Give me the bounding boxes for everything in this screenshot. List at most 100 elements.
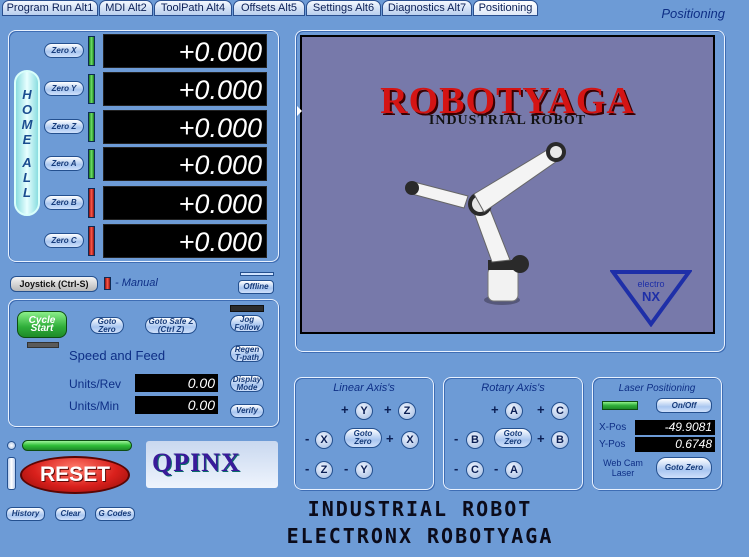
linear-goto-zero-button[interactable]: Goto Zero [344, 428, 382, 448]
linear-minus-sign: - [305, 461, 310, 476]
linear-jog-plus-x-button[interactable]: X [401, 431, 419, 449]
robot-arm-image [405, 142, 566, 305]
linear-jog-minus-y-button[interactable]: Y [355, 461, 373, 479]
reset-indicator-dot [7, 441, 16, 450]
footer-line-1: INDUSTRIAL ROBOT [307, 497, 533, 521]
zero-y-button[interactable]: Zero Y [44, 81, 84, 96]
y-axis-led [88, 74, 95, 104]
laser-ypos-label: Y-Pos [599, 439, 626, 450]
verify-button[interactable]: Verify [230, 404, 264, 418]
laser-goto-zero-button[interactable]: Goto Zero [656, 457, 712, 479]
rotary-axis-title: Rotary Axis's [481, 382, 545, 394]
laser-led [602, 401, 638, 410]
speed-feed-title: Speed and Feed [69, 348, 166, 363]
tab-diagnostics[interactable]: Diagnostics Alt7 [382, 0, 472, 16]
clear-button[interactable]: Clear [55, 507, 86, 521]
laser-on-off-button[interactable]: On/Off [656, 398, 712, 413]
badge-nx: NX [642, 289, 660, 304]
zero-a-button[interactable]: Zero A [44, 156, 84, 171]
a-axis-led [88, 149, 95, 179]
home-all-letter: E [22, 131, 32, 147]
goto-zero-button[interactable]: Goto Zero [90, 317, 124, 334]
zero-x-button[interactable]: Zero X [44, 43, 84, 58]
home-all-letter: L [23, 169, 31, 185]
regen-tpath-button[interactable]: Regen T-path [230, 345, 264, 362]
tab-offsets[interactable]: Offsets Alt5 [233, 0, 305, 16]
laser-title: Laser Positioning [618, 383, 696, 394]
joystick-button[interactable]: Joystick (Ctrl-S) [10, 276, 98, 292]
tab-bar: Program Run Alt1 MDI Alt2 ToolPath Alt4 … [0, 0, 749, 16]
z-dro: +0.000 [103, 110, 267, 144]
offline-led [240, 272, 274, 276]
goto-safe-z-button[interactable]: Goto Safe Z (Ctrl Z) [145, 317, 197, 334]
tab-positioning[interactable]: Positioning [473, 0, 538, 16]
laser-xpos-value: -49.9081 [635, 420, 715, 435]
toolpath-viewport: ROBOTYAGA INDUSTRIAL ROBOT electro NX [300, 35, 715, 334]
tab-program-run[interactable]: Program Run Alt1 [2, 0, 98, 16]
home-all-letter: O [21, 101, 33, 117]
zero-z-button[interactable]: Zero Z [44, 119, 84, 134]
linear-plus-sign: + [341, 402, 349, 417]
x-dro: +0.000 [103, 34, 267, 68]
reset-side-bar [7, 457, 16, 490]
jog-follow-button[interactable]: Jog Follow [230, 315, 264, 332]
z-axis-led [88, 112, 95, 142]
display-mode-button[interactable]: Display Mode [230, 375, 264, 392]
b-dro: +0.000 [103, 186, 267, 220]
electronx-badge: electro NX [610, 270, 692, 327]
g-codes-button[interactable]: G Codes [95, 507, 135, 521]
rotary-minus-sign: - [454, 461, 459, 476]
joystick-led [104, 277, 111, 290]
rotary-jog-minus-a-button[interactable]: A [505, 461, 523, 479]
zero-c-button[interactable]: Zero C [44, 233, 84, 248]
rotary-jog-plus-a-button[interactable]: A [505, 402, 523, 420]
offline-button[interactable]: Offline [238, 280, 274, 294]
rotary-jog-plus-b-button[interactable]: B [551, 431, 569, 449]
b-axis-led [88, 188, 95, 218]
tab-settings[interactable]: Settings Alt6 [306, 0, 381, 16]
history-button[interactable]: History [6, 507, 45, 521]
units-rev-label: Units/Rev [69, 377, 122, 391]
home-all-letter: M [21, 116, 33, 132]
units-rev-value: 0.00 [135, 374, 218, 392]
footer-line-2: ELECTRONX ROBOTYAGA [286, 524, 554, 548]
webcam-laser-label: Web Cam Laser [603, 458, 643, 478]
linear-axis-title: Linear Axis's [333, 382, 395, 394]
rotary-goto-zero-button[interactable]: Goto Zero [494, 428, 532, 448]
rotary-plus-sign: + [537, 402, 545, 417]
c-dro: +0.000 [103, 224, 267, 258]
x-axis-led [88, 36, 95, 66]
rotary-jog-minus-c-button[interactable]: C [466, 461, 484, 479]
y-dro: +0.000 [103, 72, 267, 106]
linear-minus-sign: - [344, 461, 349, 476]
rotary-jog-minus-b-button[interactable]: B [466, 431, 484, 449]
viewport-arrow-icon [297, 106, 302, 116]
linear-jog-minus-x-button[interactable]: X [315, 431, 333, 449]
tab-mdi[interactable]: MDI Alt2 [99, 0, 153, 16]
rotary-plus-sign: + [537, 431, 545, 446]
home-all-button[interactable]: H O M E A L L [14, 70, 40, 216]
rotary-plus-sign: + [491, 402, 499, 417]
rotary-jog-plus-c-button[interactable]: C [551, 402, 569, 420]
zero-b-button[interactable]: Zero B [44, 195, 84, 210]
cycle-start-button[interactable]: Cycle Start [17, 311, 67, 338]
linear-jog-plus-z-button[interactable]: Z [398, 402, 416, 420]
viewport-logo-subtitle: INDUSTRIAL ROBOT [428, 113, 587, 128]
home-all-letter: A [22, 154, 32, 170]
units-min-label: Units/Min [69, 399, 120, 413]
linear-jog-plus-y-button[interactable]: Y [355, 402, 373, 420]
linear-plus-sign: + [384, 402, 392, 417]
linear-minus-sign: - [305, 431, 310, 446]
tab-toolpath[interactable]: ToolPath Alt4 [154, 0, 232, 16]
screen-title: Positioning [661, 6, 725, 21]
linear-plus-sign: + [386, 431, 394, 446]
units-min-value: 0.00 [135, 396, 218, 414]
c-axis-led [88, 226, 95, 256]
home-all-letter: L [23, 184, 31, 200]
reset-status-bar [22, 440, 132, 451]
laser-ypos-value: 0.6748 [635, 437, 715, 452]
reset-button[interactable]: RESET [20, 456, 130, 494]
home-all-letter: H [22, 86, 32, 102]
badge-text: electro [637, 279, 664, 289]
linear-jog-minus-z-button[interactable]: Z [315, 461, 333, 479]
